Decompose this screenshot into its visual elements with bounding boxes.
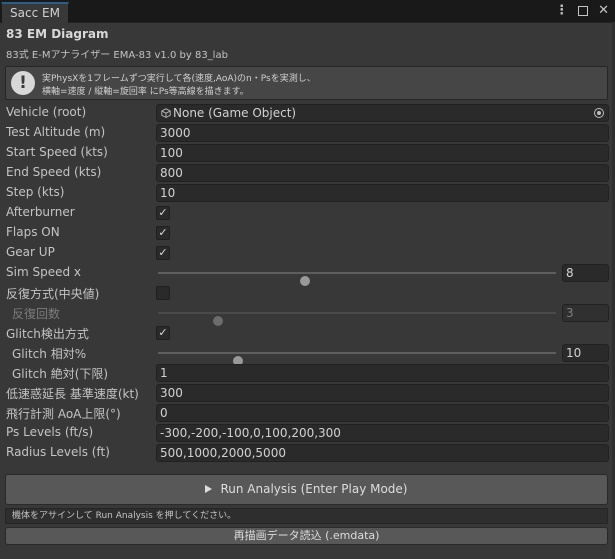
- row-vehicle: Vehicle (root) None (Game Object): [0, 103, 615, 123]
- info-exclamation-icon: !: [11, 71, 35, 95]
- maximize-icon[interactable]: [578, 6, 589, 16]
- glitch-detect-checkbox[interactable]: ✓: [156, 326, 170, 340]
- status-message: 機体をアサインして Run Analysis を押してください。: [5, 508, 608, 524]
- sim-speed-input[interactable]: 8: [562, 264, 609, 282]
- ps-levels-input[interactable]: -300,-200,-100,0,100,200,300: [156, 424, 609, 442]
- afterburner-label: Afterburner: [6, 205, 75, 219]
- window-tools: ⋮ ✕: [555, 3, 609, 19]
- row-flight-aoa-limit: 飛行計測 AoA上限(°) 0: [0, 403, 615, 423]
- row-ps-levels: Ps Levels (ft/s) -300,-200,-100,0,100,20…: [0, 423, 615, 443]
- afterburner-checkbox[interactable]: ✓: [156, 206, 170, 220]
- flaps-on-checkbox[interactable]: ✓: [156, 226, 170, 240]
- row-repeat-mode: 反復方式(中央値): [0, 283, 615, 303]
- row-end-speed: End Speed (kts) 800: [0, 163, 615, 183]
- glitch-absolute-label: Glitch 絶対(下限): [12, 367, 109, 381]
- tab-sacc-em[interactable]: Sacc EM: [1, 2, 69, 23]
- glitch-detect-label: Glitch検出方式: [6, 327, 89, 341]
- glitch-absolute-input[interactable]: 1: [156, 364, 609, 382]
- row-radius-levels: Radius Levels (ft) 500,1000,2000,5000: [0, 443, 615, 463]
- help-box: ! 実PhysXを1フレームずつ実行して各(速度,AoA)のn・Psを実測し、 …: [5, 66, 608, 100]
- repeat-mode-label: 反復方式(中央値): [6, 287, 100, 301]
- play-icon: [205, 485, 213, 493]
- end-speed-label: End Speed (kts): [6, 165, 102, 179]
- ps-levels-label: Ps Levels (ft/s): [6, 425, 94, 439]
- radius-levels-label: Radius Levels (ft): [6, 445, 110, 459]
- repeat-count-slider: [158, 312, 556, 326]
- start-speed-input[interactable]: 100: [156, 144, 609, 162]
- row-test-altitude: Test Altitude (m) 3000: [0, 123, 615, 143]
- flight-aoa-limit-label: 飛行計測 AoA上限(°): [6, 407, 121, 421]
- load-data-button[interactable]: 再描画データ読込 (.emdata): [5, 527, 608, 545]
- glitch-relative-input[interactable]: 10: [562, 344, 609, 362]
- row-gear-up: Gear UP ✓: [0, 243, 615, 263]
- page-subtitle: 83式 E-Mアナライザー EMA-83 v1.0 by 83_lab: [6, 50, 228, 61]
- object-picker-icon[interactable]: [594, 108, 604, 118]
- gear-up-label: Gear UP: [6, 245, 55, 259]
- row-glitch-detect: Glitch検出方式 ✓: [0, 323, 615, 343]
- gear-up-checkbox[interactable]: ✓: [156, 246, 170, 260]
- tab-bar: Sacc EM ⋮ ✕: [0, 0, 615, 23]
- help-text-line1: 実PhysXを1フレームずつ実行して各(速度,AoA)のn・Psを実測し、: [42, 74, 316, 84]
- sim-speed-label: Sim Speed x: [6, 265, 81, 279]
- row-sim-speed: Sim Speed x 8: [0, 263, 615, 286]
- radius-levels-input[interactable]: 500,1000,2000,5000: [156, 444, 609, 462]
- close-icon[interactable]: ✕: [598, 3, 609, 19]
- run-analysis-button[interactable]: Run Analysis (Enter Play Mode): [5, 474, 608, 505]
- row-repeat-count: 反復回数 3: [0, 303, 615, 326]
- row-flaps-on: Flaps ON ✓: [0, 223, 615, 243]
- flight-aoa-limit-input[interactable]: 0: [156, 404, 609, 422]
- end-speed-input[interactable]: 800: [156, 164, 609, 182]
- gameobject-cube-icon: [161, 108, 171, 118]
- vehicle-object-field[interactable]: None (Game Object): [156, 104, 609, 122]
- glitch-relative-slider[interactable]: [158, 352, 556, 366]
- repeat-count-label: 反復回数: [12, 307, 61, 321]
- repeat-count-input: 3: [562, 304, 609, 322]
- kebab-menu-icon[interactable]: ⋮: [555, 3, 568, 19]
- sim-speed-slider[interactable]: [158, 272, 556, 286]
- page-title: 83 EM Diagram: [6, 27, 109, 41]
- row-low-speed-base: 低速惑延長 基準速度(kt) 300: [0, 383, 615, 403]
- row-glitch-relative: Glitch 相対% 10: [0, 343, 615, 366]
- step-label: Step (kts): [6, 185, 65, 199]
- vehicle-value: None (Game Object): [173, 106, 297, 120]
- row-step: Step (kts) 10: [0, 183, 615, 203]
- row-glitch-absolute: Glitch 絶対(下限) 1: [0, 363, 615, 383]
- em-diagram-window: Sacc EM ⋮ ✕ 83 EM Diagram 83式 E-Mアナライザー …: [0, 0, 615, 559]
- row-afterburner: Afterburner ✓: [0, 203, 615, 223]
- test-altitude-input[interactable]: 3000: [156, 124, 609, 142]
- vehicle-label: Vehicle (root): [6, 105, 87, 119]
- low-speed-base-input[interactable]: 300: [156, 384, 609, 402]
- step-input[interactable]: 10: [156, 184, 609, 202]
- start-speed-label: Start Speed (kts): [6, 145, 108, 159]
- glitch-relative-label: Glitch 相対%: [12, 347, 87, 361]
- run-analysis-label: Run Analysis (Enter Play Mode): [220, 482, 408, 496]
- repeat-mode-checkbox[interactable]: [156, 286, 170, 300]
- row-start-speed: Start Speed (kts) 100: [0, 143, 615, 163]
- flaps-on-label: Flaps ON: [6, 225, 60, 239]
- test-altitude-label: Test Altitude (m): [6, 125, 106, 139]
- help-text-line2: 横軸=速度 / 縦軸=旋回率 にPs等高線を描きます。: [42, 87, 249, 97]
- low-speed-base-label: 低速惑延長 基準速度(kt): [6, 387, 139, 401]
